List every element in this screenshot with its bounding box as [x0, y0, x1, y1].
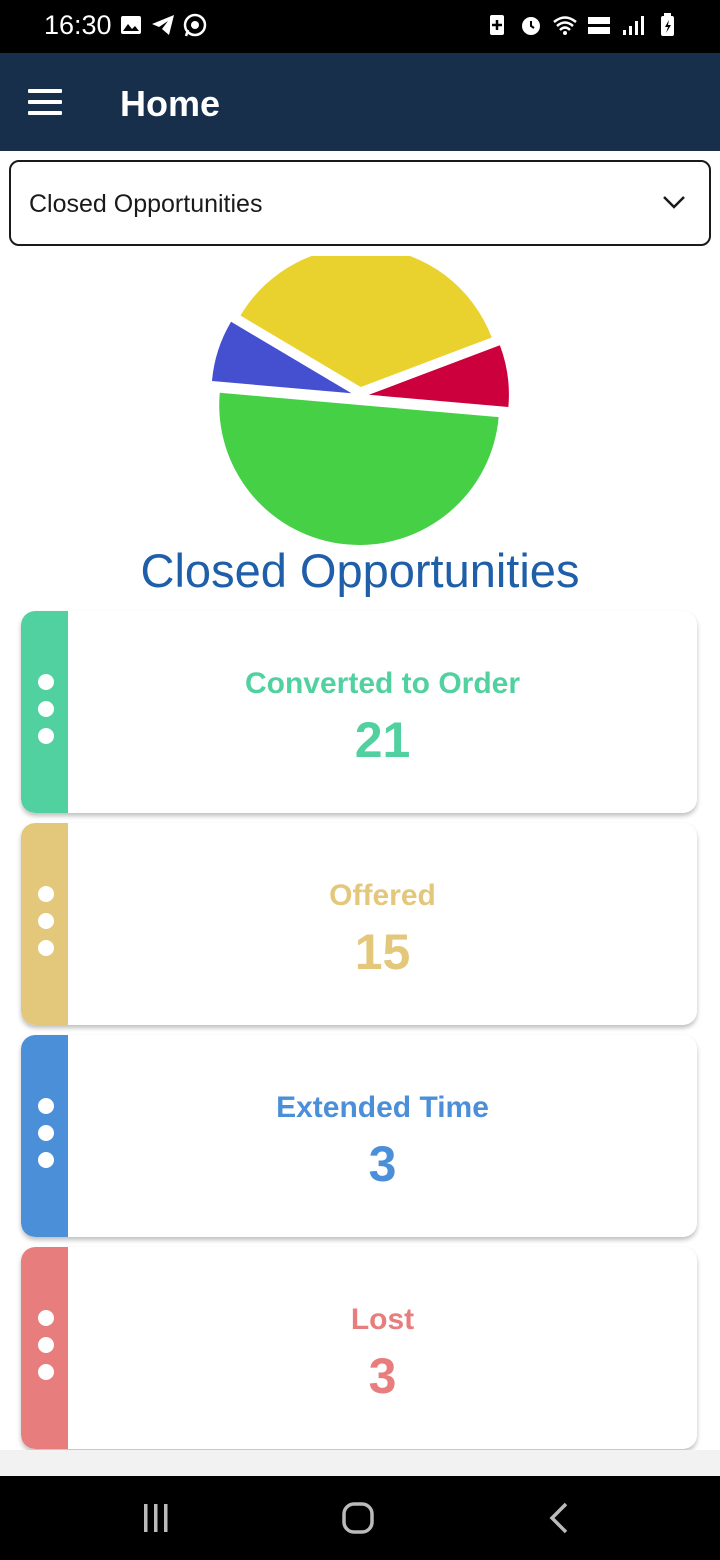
card-label: Extended Time — [276, 1091, 489, 1124]
card-count: 21 — [354, 712, 411, 768]
card-dot — [38, 1152, 54, 1168]
card-dot — [38, 728, 54, 744]
status-system-icons — [484, 12, 680, 38]
status-card-offered[interactable]: Offered 15 — [21, 823, 697, 1025]
card-dot — [38, 1310, 54, 1326]
opportunity-type-dropdown[interactable]: Closed Opportunities — [9, 160, 711, 246]
home-nav-icon[interactable] — [336, 1498, 380, 1538]
status-bar: 16:30 — [0, 0, 720, 53]
app-bar: Home — [0, 53, 720, 151]
chart-title: Closed Opportunities — [140, 544, 580, 597]
bottom-spacer — [0, 1450, 720, 1476]
card-count: 3 — [368, 1136, 397, 1192]
card-count: 3 — [368, 1348, 397, 1404]
battery-saver-icon — [490, 15, 504, 35]
volte-lte-icon — [588, 17, 610, 34]
page-title: Home — [120, 83, 221, 124]
card-label: Lost — [350, 1303, 415, 1336]
status-card-extended-time[interactable]: Extended Time 3 — [21, 1035, 697, 1237]
card-dot — [38, 1125, 54, 1141]
wifi-icon — [553, 16, 577, 35]
card-color-strip — [21, 1247, 68, 1449]
alarm-icon — [522, 17, 540, 35]
telegram-icon — [152, 15, 174, 35]
whatsapp-icon — [183, 13, 207, 37]
card-dot — [38, 913, 54, 929]
card-dot — [38, 886, 54, 902]
card-label: Converted to Order — [244, 667, 521, 700]
recent-apps-icon[interactable] — [134, 1498, 178, 1538]
card-color-strip — [21, 611, 68, 813]
hamburger-menu-icon[interactable] — [28, 89, 62, 115]
card-dot — [38, 1337, 54, 1353]
gallery-icon — [121, 16, 141, 34]
card-dot — [38, 1364, 54, 1380]
card-dot — [38, 674, 54, 690]
signal-icon — [623, 16, 644, 35]
card-color-strip — [21, 1035, 68, 1237]
chevron-down-icon — [663, 196, 685, 209]
card-dot — [38, 701, 54, 717]
back-nav-icon[interactable] — [538, 1498, 582, 1538]
card-dot — [38, 1098, 54, 1114]
status-time: 16:30 — [44, 10, 112, 40]
card-dot — [38, 940, 54, 956]
card-color-strip — [21, 823, 68, 1025]
battery-icon — [661, 13, 674, 36]
status-card-converted-to-order[interactable]: Converted to Order 21 — [21, 611, 697, 813]
main-content: Closed Opportunities Closed Opportunitie… — [0, 151, 720, 1476]
dropdown-selected-value: Closed Opportunities — [29, 190, 263, 218]
system-nav-bar — [0, 1476, 720, 1560]
pie-slice-converted-to-order[interactable] — [219, 392, 499, 545]
status-card-lost[interactable]: Lost 3 — [21, 1247, 697, 1449]
card-label: Offered — [329, 879, 436, 912]
card-count: 15 — [354, 924, 411, 980]
status-notification-icons — [118, 12, 208, 38]
